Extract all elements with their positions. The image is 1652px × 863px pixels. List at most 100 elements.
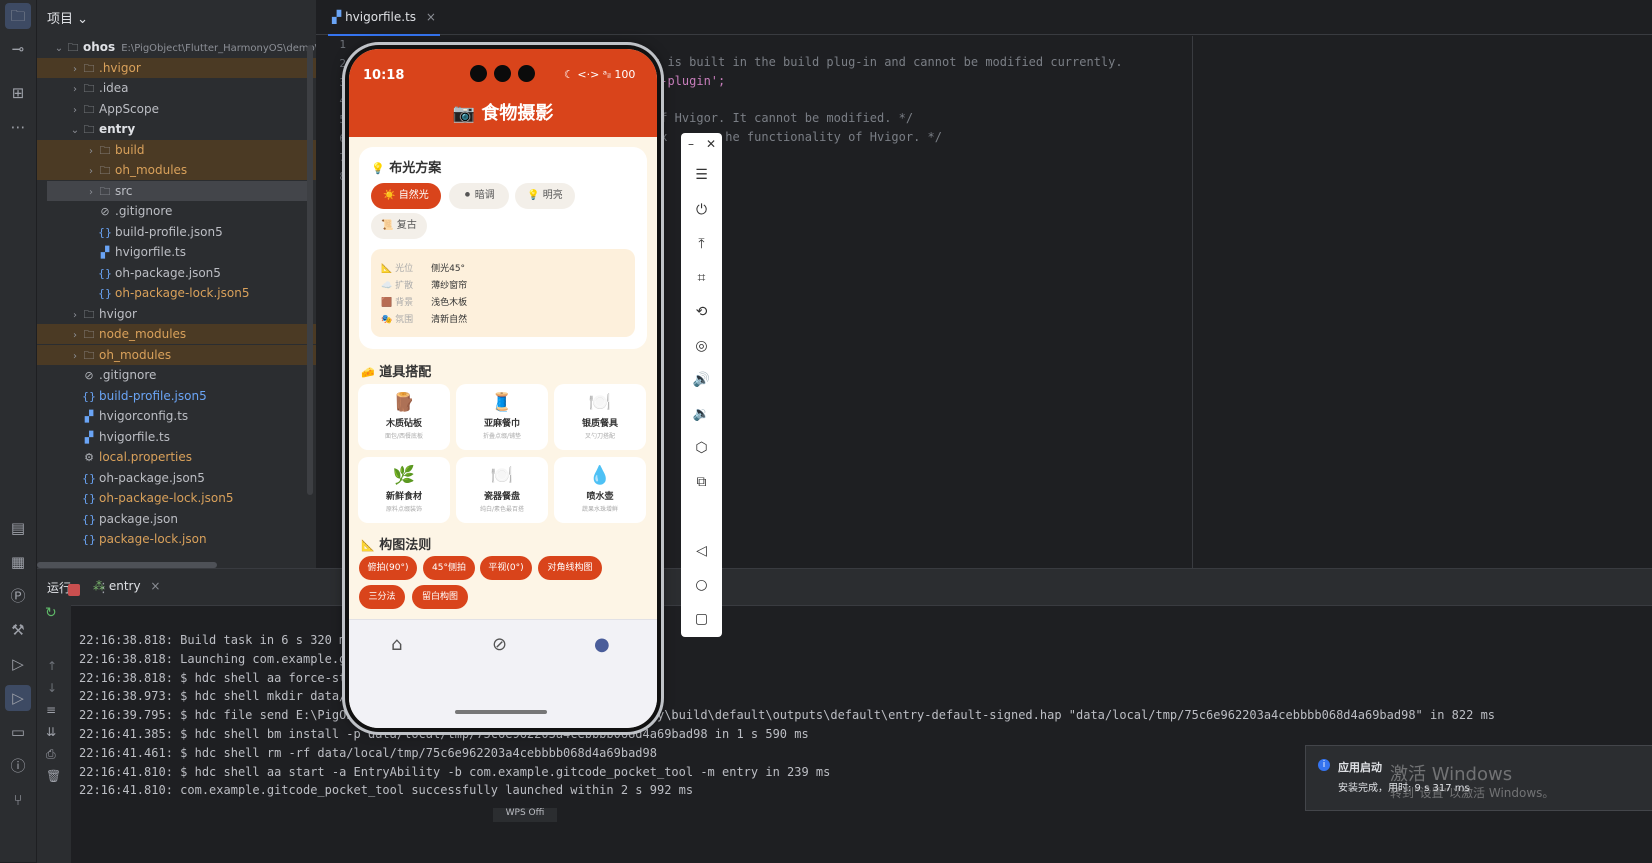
volume-down-icon[interactable]: 🔉	[681, 406, 722, 422]
scroll-end-icon[interactable]: ⇊	[46, 725, 56, 739]
chevron-right-icon[interactable]: ›	[69, 347, 81, 367]
tree-item[interactable]: ▞ hvigorfile.ts	[37, 427, 316, 447]
wrap-icon[interactable]: ≡	[46, 703, 56, 717]
trash-icon[interactable]: 🗑	[46, 769, 61, 783]
prop-card-napkin[interactable]: 🧵 亚麻餐巾 折叠点缀/铺垫	[456, 384, 548, 450]
more-icon[interactable]: ⋯	[8, 117, 28, 137]
fold-icon[interactable]: ⬡	[681, 440, 722, 456]
tree-item[interactable]: {} oh-package-lock.json5	[37, 488, 316, 508]
more-options-icon[interactable]: ⋮	[97, 581, 110, 596]
chip-dark[interactable]: ⚫ 暗调	[449, 183, 509, 209]
crop-icon[interactable]: ⌗	[681, 270, 722, 286]
rule-eye-level[interactable]: 平视(0°)	[480, 556, 532, 580]
log-line[interactable]: 22:16:38.818: Build task in 6 s 320 ms	[79, 633, 354, 647]
rerun-icon[interactable]: ↻	[45, 605, 57, 621]
prop-card-plate[interactable]: 🍽️ 瓷器餐盘 纯白/素色最百搭	[456, 457, 548, 523]
profile-icon[interactable]: ●	[594, 634, 610, 655]
tree-item[interactable]: › 🗀 src	[47, 180, 312, 203]
power-icon[interactable]: ⏻	[681, 202, 722, 218]
todo-icon[interactable]: ▤	[8, 518, 28, 538]
stop-icon[interactable]	[68, 584, 80, 596]
recents-icon[interactable]: ▢	[681, 611, 722, 627]
up-icon[interactable]: ↑	[47, 659, 57, 673]
tree-item[interactable]: {} oh-package.json5	[37, 468, 316, 488]
close-icon[interactable]: ×	[426, 10, 436, 24]
build-icon[interactable]: ⚒	[8, 620, 28, 640]
chevron-right-icon[interactable]: ›	[69, 80, 81, 100]
code-line[interactable]: t is built in the build plug-in and cann…	[653, 55, 1123, 69]
rotate-icon[interactable]: ⟲	[681, 304, 722, 320]
log-line[interactable]: 22:16:38.973: $ hdc shell mkdir data/lo	[79, 689, 361, 703]
prop-card-cutting-board[interactable]: 🪵 木质砧板 面包/西餐底板	[358, 384, 450, 450]
taskbar-tab[interactable]: WPS Offi	[493, 808, 557, 822]
problems-icon[interactable]: ⓘ	[8, 756, 28, 776]
log-line[interactable]: 22:16:39.795: $ hdc file send E:\PigObje…	[79, 708, 1495, 722]
tree-item[interactable]: {} package.json	[37, 509, 316, 529]
log-line[interactable]: 22:16:41.461: $ hdc shell rm -rf data/lo…	[79, 746, 657, 760]
tree-item[interactable]: › 🗀 oh_modules	[37, 160, 316, 180]
prop-card-spray-bottle[interactable]: 💧 喷水壶 蔬果水珠增鲜	[554, 457, 646, 523]
terminal-icon[interactable]: ▭	[8, 722, 28, 742]
git-icon[interactable]: ⑂	[8, 790, 28, 810]
chevron-right-icon[interactable]: ›	[85, 142, 97, 162]
tree-item[interactable]: ▞ hvigorfile.ts	[37, 242, 316, 262]
tab-hvigorfile[interactable]: ▞ hvigorfile.ts ×	[328, 0, 440, 36]
rule-top-down[interactable]: 俯拍(90°)	[359, 556, 417, 580]
tree-item[interactable]: {} build-profile.json5	[37, 222, 316, 242]
log-line[interactable]: 22:16:41.810: com.example.gitcode_pocket…	[79, 783, 693, 797]
chevron-right-icon[interactable]: ›	[69, 60, 81, 80]
tree-item[interactable]: ⊘ .gitignore	[37, 201, 316, 221]
log-line[interactable]: 22:16:38.818: Launching com.example.git	[79, 652, 361, 666]
menu-icon[interactable]: ☰	[681, 167, 722, 183]
prop-card-silverware[interactable]: 🍽️ 银质餐具 叉勺刀搭配	[554, 384, 646, 450]
rule-45-side[interactable]: 45°侧拍	[423, 556, 475, 580]
tree-item[interactable]: ⚙ local.properties	[37, 447, 316, 467]
rule-diagonal[interactable]: 对角线构图	[538, 556, 602, 580]
chevron-right-icon[interactable]: ›	[69, 306, 81, 326]
tree-item[interactable]: › 🗀 AppScope	[37, 99, 316, 119]
chevron-down-icon[interactable]: ⌄	[53, 39, 65, 59]
chevron-right-icon[interactable]: ›	[69, 326, 81, 346]
commit-icon[interactable]: ⊸	[8, 39, 28, 59]
compass-icon[interactable]: ⊘	[492, 634, 507, 655]
tree-item[interactable]: ⌄ 🗀 entry	[37, 119, 316, 139]
screenshot-icon[interactable]: ◎	[681, 338, 722, 354]
multi-device-icon[interactable]: ⧉	[681, 474, 722, 490]
tree-item[interactable]: {} oh-package.json5	[37, 263, 316, 283]
close-icon[interactable]: ✕	[701, 137, 721, 151]
home-indicator[interactable]	[455, 710, 547, 714]
code-line[interactable]: s-plugin';	[653, 74, 725, 88]
tree-scrollbar[interactable]	[307, 45, 313, 495]
code-line[interactable]: of Hvigor. It cannot be modified. */	[653, 111, 913, 125]
log-line[interactable]: 22:16:41.810: $ hdc shell aa start -a En…	[79, 765, 830, 779]
tree-item[interactable]: {} package-lock.json	[37, 529, 316, 549]
close-icon[interactable]: ×	[150, 579, 160, 593]
tree-item[interactable]: › 🗀 hvigor	[37, 304, 316, 324]
tree-item[interactable]: › 🗀 build	[37, 139, 316, 162]
print-icon[interactable]: ⎙	[46, 747, 56, 762]
tree-item[interactable]: ⊘ .gitignore	[37, 365, 316, 385]
run-icon[interactable]: ▷	[5, 685, 31, 711]
chevron-right-icon[interactable]: ›	[85, 183, 97, 203]
tree-item[interactable]: › 🗀 oh_modules	[37, 344, 316, 367]
chip-bright[interactable]: 💡 明亮	[515, 183, 575, 209]
chip-retro[interactable]: 📜 复古	[371, 213, 427, 239]
services-icon[interactable]: ▷	[8, 654, 28, 674]
tree-item[interactable]: › 🗀 node_modules	[37, 324, 316, 344]
volume-up-icon[interactable]: 🔊	[681, 372, 722, 388]
home-circle-icon[interactable]: ○	[681, 577, 722, 593]
profiler-icon[interactable]: Ⓟ	[8, 586, 28, 606]
layers-icon[interactable]: ▦	[8, 552, 28, 572]
chevron-right-icon[interactable]: ›	[85, 162, 97, 182]
project-header[interactable]: 项目 ⌄	[47, 8, 88, 27]
chevron-right-icon[interactable]: ›	[69, 101, 81, 121]
tree-item[interactable]: ▞ hvigorconfig.ts	[37, 406, 316, 426]
tree-item[interactable]: {} oh-package-lock.json5	[37, 283, 316, 303]
back-icon[interactable]: ◁	[681, 543, 722, 559]
tree-item[interactable]: › 🗀 .idea	[37, 78, 316, 98]
folder-icon[interactable]: 🗀	[5, 3, 31, 29]
down-icon[interactable]: ↓	[47, 681, 57, 695]
rule-thirds[interactable]: 三分法	[359, 585, 405, 609]
rule-negative-space[interactable]: 留白构图	[412, 585, 468, 609]
tree-item[interactable]: ⌄ 🗀 ohos E:\PigObject\Flutter_HarmonyOS\dem…	[37, 37, 316, 57]
